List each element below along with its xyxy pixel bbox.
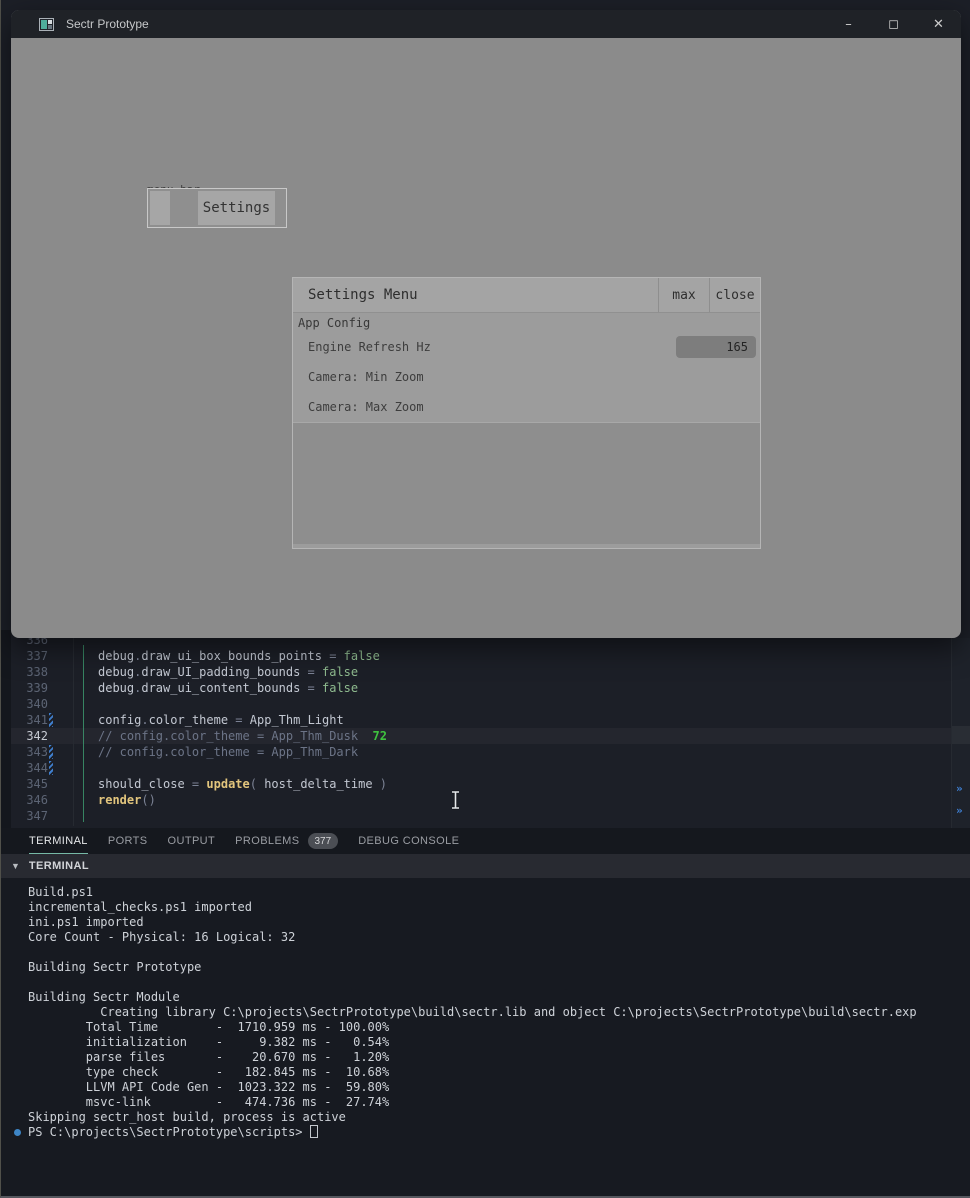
git-modified-marker — [49, 745, 53, 759]
code-line: 343// config.color_theme = App_Thm_Dark — [1, 744, 970, 760]
minimap-viewport — [952, 726, 970, 744]
code-editor[interactable]: 336337debug.draw_ui_box_bounds_points = … — [1, 630, 970, 828]
line-number: 339 — [13, 680, 48, 696]
tab-debug-console[interactable]: DEBUG CONSOLE — [358, 828, 459, 854]
line-number: 345 — [13, 776, 48, 792]
minimap-mark: » — [956, 783, 963, 794]
terminal-output[interactable]: Build.ps1 incremental_checks.ps1 importe… — [1, 878, 970, 1196]
indent-guide — [83, 645, 84, 822]
code-line: 342// config.color_theme = App_Thm_Dusk … — [1, 728, 970, 744]
code-line: 290 hmap_chained_reload( font_provider_d… — [1, 0, 970, 10]
settings-menu-titlebar[interactable]: Settings Menu max close — [293, 278, 760, 313]
git-modified-marker — [49, 713, 53, 727]
terminal-cursor — [310, 1125, 318, 1138]
code-line: 339debug.draw_ui_content_bounds = false — [1, 680, 970, 696]
code-lines: 336337debug.draw_ui_box_bounds_points = … — [1, 632, 970, 824]
minimap-mark: » — [956, 805, 963, 816]
problems-badge: 377 — [308, 833, 339, 849]
terminal-prompt: PS C:\projects\SectrPrototype\scripts> — [28, 1125, 310, 1139]
code-line: 345should_close = update( host_delta_tim… — [1, 776, 970, 792]
settings-menu-title: Settings Menu — [293, 278, 658, 312]
app-config-section-header: App Config — [293, 313, 760, 332]
panel-tab-bar: TERMINAL PORTS OUTPUT PROBLEMS 377 DEBUG… — [1, 828, 970, 854]
settings-menu-panel: Settings Menu max close App Config Engin… — [292, 277, 761, 549]
line-number: 343 — [13, 744, 48, 760]
settings-button[interactable]: Settings — [198, 191, 275, 225]
line-number: 344 — [13, 760, 48, 776]
settings-max-button[interactable]: max — [658, 278, 709, 312]
tab-output[interactable]: OUTPUT — [168, 828, 216, 854]
terminal-section-label: TERMINAL — [29, 860, 89, 872]
menu-bar: Settings — [147, 188, 287, 228]
close-button[interactable]: ✕ — [916, 10, 961, 38]
window-titlebar[interactable]: Sectr Prototype – ◻ ✕ — [11, 10, 961, 38]
screen: { "window": { "title": "Sectr Prototype"… — [0, 0, 970, 1198]
camera-max-zoom-row[interactable]: Camera: Max Zoom — [293, 392, 760, 422]
code-line: 337debug.draw_ui_box_bounds_points = fal… — [1, 648, 970, 664]
tab-problems[interactable]: PROBLEMS 377 — [235, 828, 338, 854]
window-controls: – ◻ ✕ — [826, 10, 961, 38]
sectr-prototype-window: Sectr Prototype – ◻ ✕ menu_bar Settings … — [11, 10, 961, 638]
engine-refresh-input[interactable]: 165 — [676, 336, 756, 358]
terminal-text: Build.ps1 incremental_checks.ps1 importe… — [1, 878, 970, 1140]
tab-terminal[interactable]: TERMINAL — [29, 828, 88, 854]
command-decoration-dot — [14, 1129, 21, 1136]
line-number: 342 — [13, 728, 48, 744]
maximize-button[interactable]: ◻ — [871, 10, 916, 38]
minimize-button[interactable]: – — [826, 10, 871, 38]
code-line: 346render() — [1, 792, 970, 808]
line-number: 346 — [13, 792, 48, 808]
settings-menu-body — [293, 422, 760, 544]
chevron-down-icon: ▼ — [11, 861, 20, 871]
camera-min-zoom-row[interactable]: Camera: Min Zoom — [293, 362, 760, 392]
line-number: 340 — [13, 696, 48, 712]
code-line: 344 — [1, 760, 970, 776]
terminal-lines: Build.ps1 incremental_checks.ps1 importe… — [28, 885, 917, 1124]
line-number: 338 — [13, 664, 48, 680]
tab-ports[interactable]: PORTS — [108, 828, 148, 854]
code-line: 347 — [1, 808, 970, 824]
engine-refresh-row: Engine Refresh Hz 165 — [293, 332, 760, 362]
text-cursor-pointer — [449, 790, 462, 810]
code-line: 341config.color_theme = App_Thm_Light — [1, 712, 970, 728]
git-modified-marker — [49, 761, 53, 775]
code-line: 338debug.draw_UI_padding_bounds = false — [1, 664, 970, 680]
code-line: 340 — [1, 696, 970, 712]
line-number: 337 — [13, 648, 48, 664]
menu-bar-cell[interactable] — [150, 191, 170, 225]
editor-margin — [1, 630, 11, 828]
minimap-scrollbar[interactable]: » » — [952, 638, 970, 828]
app-icon — [39, 18, 54, 31]
window-title: Sectr Prototype — [66, 17, 149, 31]
line-number: 347 — [13, 808, 48, 824]
terminal-section-header[interactable]: ▼ TERMINAL — [1, 854, 970, 878]
editor-top-sliver: 290 hmap_chained_reload( font_provider_d… — [1, 0, 970, 10]
line-number: 341 — [13, 712, 48, 728]
settings-close-button[interactable]: close — [709, 278, 760, 312]
gutter-separator — [73, 638, 74, 826]
